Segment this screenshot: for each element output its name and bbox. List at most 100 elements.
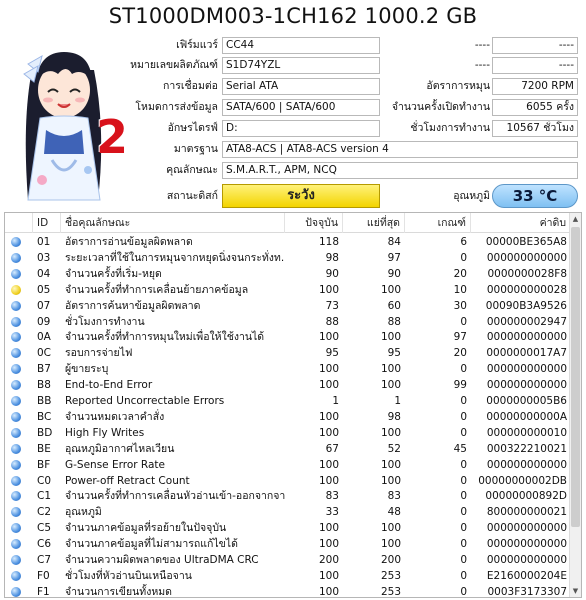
header-id[interactable]: ID [33,213,61,233]
header-worst[interactable]: แย่ที่สุด [343,213,405,233]
transfer-mode-label: โหมดการส่งข้อมูล [135,101,218,113]
table-row[interactable]: 0C รอบการจ่ายไฟ 95 95 20 0000000017A7 [5,345,571,361]
attribute-name: จำนวนครั้งที่เริ่ม-หยุด [65,267,162,280]
smart-table[interactable]: ID ชื่อคุณลักษณะ ปัจจุบัน แย่ที่สุด เกณฑ… [4,212,582,598]
table-row[interactable]: C5 จำนวนภาคข้อมูลที่รอย้ายในปัจจุบัน 100 10… [5,520,571,536]
header-current[interactable]: ปัจจุบัน [285,213,343,233]
table-row[interactable]: C6 จำนวนภาคข้อมูลที่ไม่สามารถแก้ไขได้ 100 1… [5,536,571,552]
attribute-worst: 1 [394,395,401,407]
attribute-worst: 100 [380,363,401,376]
attribute-current: 98 [325,251,339,264]
attribute-worst: 100 [380,522,401,535]
attribute-current: 118 [318,236,339,248]
attribute-raw-value: 000000000000 [486,554,567,566]
table-row[interactable]: 0A จำนวนครั้งที่ทำการหมุนใหม่เพื่อให้ใช้ง… [5,329,571,345]
attribute-current: 200 [318,554,339,566]
table-row[interactable]: F1 จำนวนการเขียนทั้งหมด 100 253 0 0003F317330… [5,584,571,598]
features-label: คุณลักษณะ [166,164,218,176]
attribute-name: อุณหภูมิ [65,506,102,519]
attribute-id: BF [37,458,51,471]
table-row[interactable]: C0 Power-off Retract Count 100 100 0 00000000… [5,473,571,489]
table-row[interactable]: BC จำนวนหมดเวลาคำสั่ง 100 98 0 00000000000A [5,409,571,425]
attribute-id: BD [37,426,53,439]
attribute-worst: 100 [380,283,401,296]
table-row[interactable]: 03 ระยะเวลาที่ใช้ในการหมุนจากหยุดนิ่งจนกร… [5,250,571,266]
good-status-icon [11,316,21,327]
table-row[interactable]: BD High Fly Writes 100 100 0 000000000010 [5,425,571,441]
attribute-worst: 100 [380,474,401,487]
attribute-raw-value: 0000000017A7 [486,347,567,360]
attribute-name: Reported Uncorrectable Errors [65,395,225,407]
attribute-name: Power-off Retract Count [65,474,190,487]
attribute-id: 09 [37,315,51,328]
table-row[interactable]: 01 อัตราการอ่านข้อมูลผิดพลาด 118 84 6 00000BE… [5,234,571,250]
table-row[interactable]: B8 End-to-End Error 100 100 99 000000000000 [5,377,571,393]
table-row[interactable]: BF G-Sense Error Rate 100 100 0 000000000000 [5,457,571,473]
table-row[interactable]: 05 จำนวนครั้งที่ทำการเคลื่อนย้ายภาคข้อมูล… [5,282,571,298]
good-status-icon [11,555,21,565]
attribute-name: อัตราการอ่านข้อมูลผิดพลาด [65,236,193,248]
attribute-threshold: 0 [460,506,467,519]
attribute-threshold: 0 [460,426,467,439]
attribute-current: 83 [325,490,339,503]
attribute-name: จำนวนครั้งที่ทำการเคลื่อนย้ายภาคข้อมูล [65,283,249,296]
health-status-label: สถานะดิสก์ [166,190,218,202]
right-blank-1-value2: ---- [492,37,578,54]
table-row[interactable]: C2 อุณหภูมิ 33 48 0 800000000021 [5,504,571,520]
attribute-id: C0 [37,474,52,487]
attribute-threshold: 0 [460,490,467,503]
attribute-current: 88 [325,315,339,328]
table-row[interactable]: B7 ผู้ขายระบุ 100 100 0 000000000000 [5,361,571,377]
scroll-thumb[interactable] [571,227,580,527]
attribute-raw-value: 800000000021 [486,506,567,519]
table-row[interactable]: BB Reported Uncorrectable Errors 1 1 0 000000… [5,393,571,409]
attribute-raw-value: 000000000000 [486,538,567,551]
table-row[interactable]: C7 จำนวนความผิดพลาดของ UltraDMA CRC 200 200… [5,552,571,568]
header-status [5,213,33,233]
table-row[interactable]: 09 ชั่วโมงการทำงาน 88 88 0 000000002947 [5,314,571,330]
serial-number-value: S1D74YZL [222,57,380,74]
attribute-current: 100 [318,522,339,535]
attribute-raw-value: 0000000005B6 [486,395,567,407]
attribute-threshold: 30 [453,299,467,312]
attribute-id: C5 [37,522,52,535]
attribute-worst: 88 [387,315,401,328]
attribute-threshold: 10 [453,283,467,296]
table-row[interactable]: BE อุณหภูมิอากาศไหลเวียน 67 52 45 00032221002… [5,441,571,457]
vertical-scrollbar[interactable]: ▲ ▼ [569,213,581,597]
attribute-name: ชั่วโมงการทำงาน [65,315,145,328]
attribute-name: อัตราการค้นหาข้อมูลผิดพลาด [65,299,201,312]
attribute-name: จำนวนครั้งที่ทำการเคลื่อนหัวอ่านเข้า-ออก… [65,490,285,503]
attribute-current: 100 [318,585,339,598]
header-raw-value[interactable]: ค่าดิบ [471,213,571,233]
attribute-raw-value: 000000000000 [486,363,567,376]
attribute-current: 100 [318,283,339,296]
table-row[interactable]: C1 จำนวนครั้งที่ทำการเคลื่อนหัวอ่านเข้า-อ… [5,488,571,504]
table-row[interactable]: F0 ชั่วโมงที่หัวอ่านบินเหนือจาน 100 253 0 E21… [5,568,571,584]
attribute-current: 100 [318,458,339,471]
attribute-worst: 100 [380,426,401,439]
scroll-down-arrow-icon[interactable]: ▼ [570,585,581,597]
right-blank-2-value2: ---- [492,57,578,74]
power-on-count-value: 6055 ครั้ง [492,99,578,116]
good-status-icon [11,396,21,406]
attribute-worst: 83 [387,490,401,503]
temperature-button[interactable]: 33 °C [492,184,578,208]
attribute-id: 04 [37,267,51,280]
good-status-icon [11,300,21,311]
table-row[interactable]: 04 จำนวนครั้งที่เริ่ม-หยุด 90 90 20 000000002… [5,266,571,282]
drive-letter-label: อักษรไดรฟ์ [167,122,218,134]
scroll-up-arrow-icon[interactable]: ▲ [570,213,581,225]
attribute-raw-value: 000000000010 [486,426,567,439]
good-status-icon [11,507,21,518]
attribute-threshold: 6 [460,236,467,248]
header-attribute-name[interactable]: ชื่อคุณลักษณะ [61,213,285,233]
attribute-id: F0 [37,569,50,582]
health-status-button[interactable]: ระวัง [222,184,380,208]
table-row[interactable]: 07 อัตราการค้นหาข้อมูลผิดพลาด 73 60 30 00090B… [5,298,571,314]
good-status-icon [11,268,21,279]
attribute-worst: 253 [380,585,401,598]
attribute-raw-value: 00090B3A9526 [485,299,567,312]
drive-title: ST1000DM003-1CH162 1000.2 GB [108,4,478,28]
header-threshold[interactable]: เกณฑ์ [405,213,471,233]
